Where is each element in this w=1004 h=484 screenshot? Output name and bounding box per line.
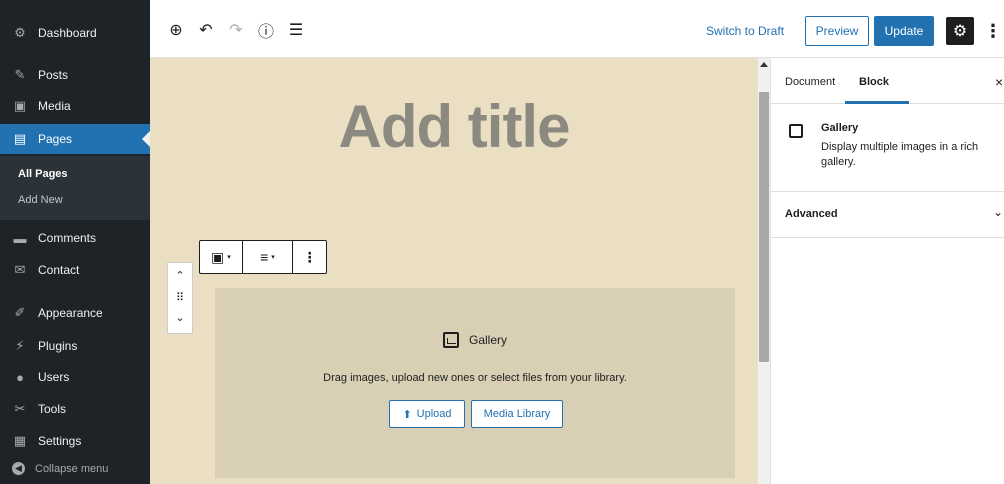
settings-icon: ▦ [13, 433, 27, 448]
block-card-description: Display multiple images in a rich galler… [821, 141, 979, 168]
gallery-icon [442, 332, 459, 348]
menu-contact[interactable]: ✉ Contact [0, 255, 150, 285]
post-title-input[interactable]: Add title [150, 92, 758, 161]
pages-icon: ▤ [13, 131, 27, 146]
menu-label: Comments [38, 231, 97, 245]
upload-icon: ⬆ [402, 408, 412, 421]
menu-label: Tools [38, 402, 67, 416]
menu-label: Posts [38, 68, 69, 82]
comments-icon: ▬ [13, 230, 27, 246]
tab-block[interactable]: Block [859, 76, 889, 88]
preview-button[interactable]: Preview [805, 16, 869, 46]
info-icon[interactable]: ⓘ [256, 20, 276, 41]
block-toolbar: ▣ ▾ ≡ ▾ ⋮ [199, 240, 327, 274]
gallery-placeholder: Gallery Drag images, upload new ones or … [215, 288, 735, 478]
redo-icon[interactable]: ↷ [226, 20, 246, 40]
placeholder-title: Gallery [215, 332, 735, 348]
menu-tools[interactable]: ✂ Tools [0, 394, 150, 424]
block-card-title: Gallery [821, 122, 859, 134]
collapse-label: Collapse menu [35, 462, 109, 475]
upload-button[interactable]: ⬆ Upload [389, 400, 465, 428]
menu-plugins[interactable]: ⚡ Plugins [0, 331, 150, 361]
undo-icon[interactable]: ↶ [196, 20, 216, 40]
advanced-label: Advanced [785, 208, 838, 220]
menu-label: Users [38, 370, 70, 384]
menu-label: Appearance [38, 306, 103, 320]
wrench-icon: ✂ [14, 401, 26, 416]
menu-label: Pages [38, 132, 73, 146]
collapse-icon: ◀ [12, 462, 25, 475]
dashboard-icon: ⚙ [14, 25, 26, 40]
block-type-switcher[interactable]: ▣ ▾ [200, 241, 242, 273]
move-up-icon[interactable]: ⌃ [168, 269, 192, 282]
add-block-icon[interactable]: ⊕ [166, 20, 186, 40]
pin-icon: ✎ [14, 67, 26, 82]
menu-media[interactable]: ▣ Media [0, 91, 150, 121]
pages-submenu: All Pages Add New [0, 156, 150, 220]
gallery-icon: ▣ [210, 248, 225, 265]
panel-tabs: Document Block × [771, 58, 1004, 104]
scroll-up-arrow-icon[interactable] [760, 62, 768, 67]
admin-sidebar: ⚙ Dashboard ✎ Posts ▣ Media ▤ Pages All … [0, 0, 150, 484]
switch-to-draft-link[interactable]: Switch to Draft [706, 24, 784, 38]
close-icon[interactable]: × [995, 74, 1003, 90]
menu-comments[interactable]: ▬ Comments [0, 223, 150, 253]
menu-users[interactable]: ● Users [0, 362, 150, 392]
menu-dashboard[interactable]: ⚙ Dashboard [0, 18, 150, 48]
collapse-menu-button[interactable]: ◀ Collapse menu [12, 462, 108, 475]
more-options-icon[interactable]: ⋮ [984, 17, 1002, 45]
settings-gear-icon[interactable]: ⚙ [946, 17, 974, 45]
menu-label: Plugins [38, 339, 78, 353]
caret-down-icon: ▾ [271, 254, 275, 261]
block-card: Gallery Display multiple images in a ric… [771, 104, 1004, 192]
block-mover: ⌃ ⠿ ⌄ [167, 262, 193, 334]
submenu-add-new[interactable]: Add New [18, 194, 63, 206]
menu-pages[interactable]: ▤ Pages [0, 124, 150, 154]
menu-label: Contact [38, 263, 80, 277]
chevron-down-icon: ⌄ [993, 205, 1004, 219]
media-icon: ▣ [13, 98, 27, 113]
menu-label: Settings [38, 434, 82, 448]
list-view-icon[interactable]: ☰ [286, 20, 306, 40]
menu-posts[interactable]: ✎ Posts [0, 60, 150, 90]
upload-label: Upload [416, 408, 452, 420]
align-center-icon: ≡ [260, 249, 269, 265]
plugin-icon: ⚡ [15, 338, 25, 353]
canvas-scrollbar[interactable] [758, 58, 770, 484]
menu-label: Dashboard [38, 26, 97, 40]
users-icon: ● [16, 369, 24, 385]
placeholder-title-label: Gallery [468, 333, 507, 347]
caret-down-icon: ▾ [227, 254, 231, 261]
media-library-button[interactable]: Media Library [471, 400, 563, 428]
brush-icon: ✐ [14, 305, 26, 320]
menu-label: Media [38, 99, 71, 113]
move-down-icon[interactable]: ⌄ [168, 311, 192, 324]
block-more-options-icon[interactable]: ⋮ [293, 241, 326, 273]
drag-handle-icon[interactable]: ⠿ [168, 291, 192, 304]
placeholder-description: Drag images, upload new ones or select f… [323, 372, 627, 384]
align-dropdown[interactable]: ≡ ▾ [243, 241, 293, 273]
mail-icon: ✉ [14, 262, 26, 277]
advanced-panel-toggle[interactable]: Advanced ⌄ [771, 192, 1004, 238]
settings-panel: Document Block × Gallery Display multipl… [770, 58, 1004, 484]
active-indicator [142, 131, 150, 147]
menu-appearance[interactable]: ✐ Appearance [0, 298, 150, 328]
editor-toolbar: ⊕ ↶ ↷ ⓘ ☰ Switch to Draft Preview Update… [150, 0, 1004, 58]
update-button[interactable]: Update [874, 16, 934, 46]
tab-document[interactable]: Document [785, 76, 835, 88]
menu-settings[interactable]: ▦ Settings [0, 426, 150, 456]
scroll-thumb[interactable] [759, 92, 769, 362]
gallery-icon [789, 124, 803, 138]
submenu-all-pages[interactable]: All Pages [18, 168, 68, 180]
